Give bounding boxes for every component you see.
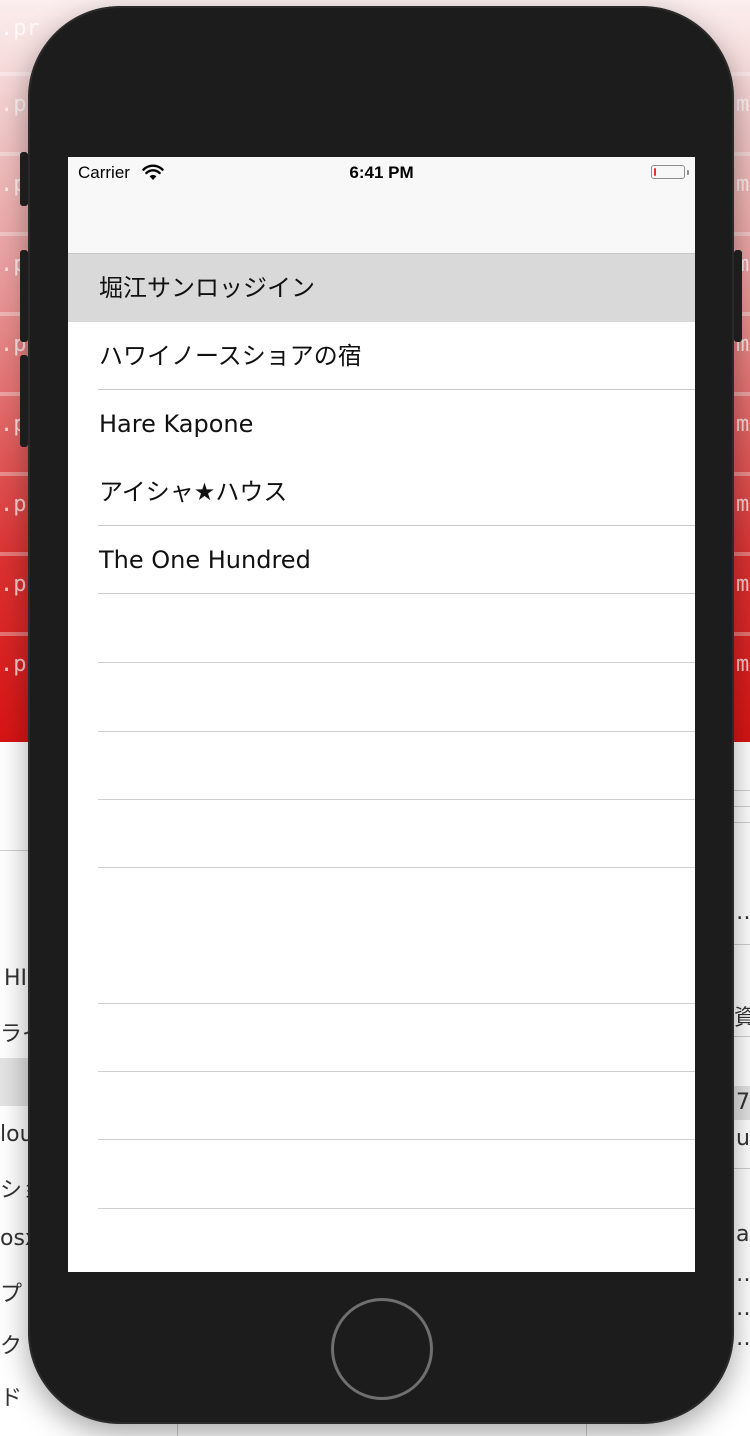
hotel-list: 堀江サンロッジイン ハワイノースショアの宿 Hare Kapone アイシャ★ハ…	[68, 254, 695, 594]
hotel-name: The One Hundred	[99, 546, 311, 574]
empty-row-separator	[98, 1003, 695, 1004]
status-bar: Carrier 6:41 PM	[68, 157, 695, 189]
hotel-name: アイシャ★ハウス	[99, 478, 288, 506]
device-volume-down-button	[20, 355, 28, 447]
background-text: …	[736, 1326, 750, 1351]
background-code-fragment: m	[736, 412, 750, 437]
battery-icon	[651, 165, 685, 179]
hotel-list-row[interactable]: Hare Kapone	[68, 390, 695, 458]
background-code-fragment: m	[736, 92, 750, 117]
background-text: ド	[0, 1386, 23, 1411]
device-power-button	[734, 250, 742, 342]
background-text: プ	[0, 1282, 23, 1307]
background-text: 資	[734, 1006, 750, 1031]
background-text: …	[736, 1262, 750, 1287]
background-code-fragment: m	[736, 492, 750, 517]
hotel-list-row[interactable]: アイシャ★ハウス	[68, 458, 695, 526]
background-text: …	[736, 1296, 750, 1321]
background-text: as	[736, 1222, 750, 1247]
empty-row-separator	[98, 731, 695, 732]
background-text: …	[736, 900, 750, 925]
background-text: u	[736, 1126, 750, 1151]
background-code-fragment: .pr	[0, 16, 40, 41]
device-volume-up-button	[20, 250, 28, 342]
empty-row-separator	[98, 1071, 695, 1072]
home-button[interactable]	[331, 1298, 433, 1400]
hotel-list-row[interactable]: The One Hundred	[68, 526, 695, 594]
battery-terminal	[687, 170, 689, 175]
empty-row-separator	[98, 867, 695, 868]
background-text: 7	[736, 1090, 750, 1115]
hotel-list-row[interactable]: 堀江サンロッジイン	[68, 254, 695, 322]
hotel-name: 堀江サンロッジイン	[99, 274, 315, 302]
row-separator	[98, 593, 695, 594]
empty-row-separator	[98, 1139, 695, 1140]
battery-level-fill	[654, 168, 656, 176]
empty-row-separator	[98, 662, 695, 663]
background-code-fragment: m	[736, 572, 750, 597]
hotel-list-row[interactable]: ハワイノースショアの宿	[68, 322, 695, 390]
status-time: 6:41 PM	[349, 163, 414, 182]
background-text: HI	[4, 966, 28, 991]
background-code-fragment: m	[736, 172, 750, 197]
navigation-bar	[68, 189, 695, 254]
device-mute-switch	[20, 152, 28, 206]
hotel-name: Hare Kapone	[99, 410, 254, 438]
empty-row-separator	[98, 1208, 695, 1209]
background-code-fragment: m	[736, 652, 750, 677]
empty-row-separator	[98, 799, 695, 800]
hotel-name: ハワイノースショアの宿	[99, 342, 362, 370]
background-text: ク	[0, 1334, 23, 1359]
device-screen: Carrier 6:41 PM 堀江サンロッジイン ハワイノースショアの宿 Ha…	[68, 157, 695, 1272]
